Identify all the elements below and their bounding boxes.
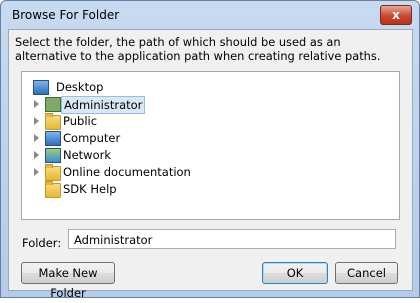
window-title: Browse For Folder [12, 8, 120, 22]
expand-arrow-icon[interactable] [34, 100, 39, 108]
tree-item-label: Public [63, 114, 98, 128]
expand-arrow-icon[interactable] [34, 168, 39, 176]
ok-button[interactable]: OK [262, 262, 328, 284]
tree-item-sdk-help[interactable]: SDK Help [32, 181, 332, 198]
tree-item-administrator[interactable]: Administrator [32, 96, 332, 114]
close-icon: x [392, 8, 400, 22]
tree-item-online-documentation[interactable]: Online documentation [32, 164, 332, 181]
tree-item-public[interactable]: Public [32, 113, 332, 130]
expand-arrow-icon[interactable] [34, 134, 39, 142]
user-folder-icon [45, 97, 61, 112]
tree-item-label: Computer [63, 131, 121, 145]
network-icon [45, 148, 61, 163]
folder-tree[interactable]: Desktop Administrator Public Computer Ne… [21, 71, 400, 220]
title-bar[interactable]: Browse For Folder x [1, 1, 419, 29]
folder-icon [45, 164, 61, 181]
make-new-folder-button[interactable]: Make New Folder [21, 262, 115, 300]
tree-item-network[interactable]: Network [32, 147, 332, 163]
tree-item-label: SDK Help [63, 182, 117, 196]
expand-arrow-icon[interactable] [34, 117, 39, 125]
folder-icon [45, 113, 61, 130]
folder-icon [45, 181, 61, 198]
tree-item-computer[interactable]: Computer [32, 130, 332, 146]
cancel-button[interactable]: Cancel [335, 262, 398, 284]
desktop-icon [33, 80, 49, 95]
tree-item-label: Desktop [56, 80, 104, 94]
close-button[interactable]: x [380, 5, 412, 25]
tree-item-desktop[interactable]: Desktop [32, 79, 232, 95]
expand-arrow-icon[interactable] [34, 151, 39, 159]
instructions-text: Select the folder, the path of which sho… [15, 35, 381, 63]
tree-item-label: Administrator [61, 96, 146, 114]
folder-label: Folder: [22, 236, 62, 250]
browse-for-folder-dialog: Browse For Folder x Select the folder, t… [0, 0, 420, 300]
computer-icon [45, 131, 61, 146]
folder-input[interactable]: Administrator [68, 229, 396, 249]
tree-item-label: Network [63, 148, 112, 162]
tree-item-label: Online documentation [63, 165, 191, 179]
